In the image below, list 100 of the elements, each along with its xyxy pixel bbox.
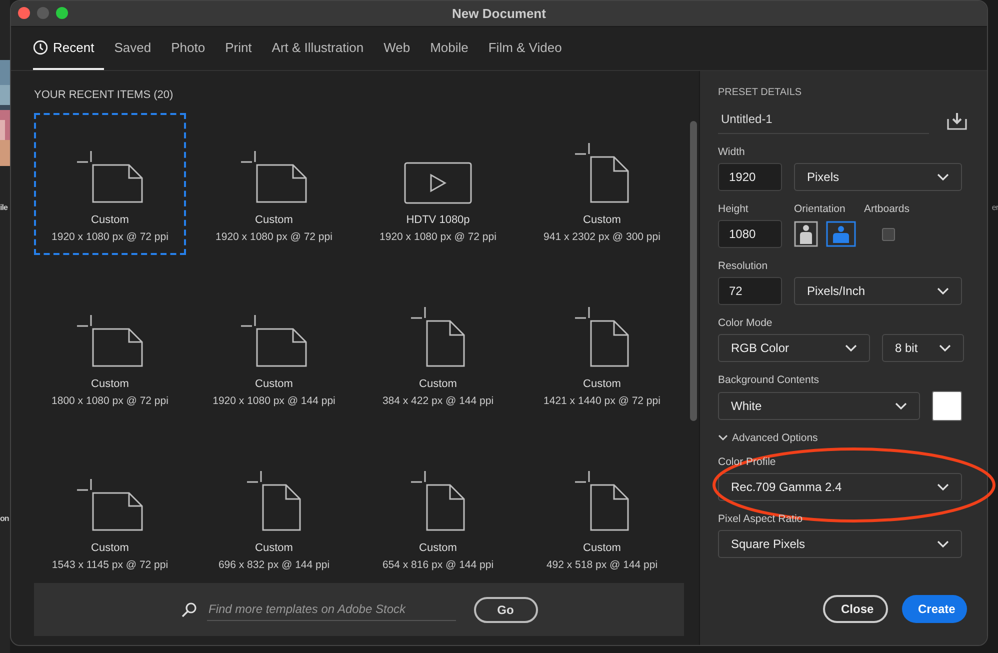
close-window-button[interactable]	[18, 7, 30, 19]
item-count: (20)	[154, 89, 174, 101]
color-mode-dropdown[interactable]: RGB Color	[718, 334, 870, 362]
field-label: Background Contents	[718, 374, 819, 386]
portrait-document-icon	[574, 306, 630, 368]
window-title: New Document	[452, 6, 546, 21]
color-profile-dropdown[interactable]: Rec.709 Gamma 2.4	[718, 473, 962, 501]
field-label: Height	[718, 203, 750, 215]
landscape-document-icon	[76, 478, 144, 532]
scrollbar[interactable]	[690, 121, 697, 421]
chevron-down-icon	[939, 344, 951, 352]
preset-name: Custom	[255, 542, 293, 554]
preset-tile[interactable]: Custom 1920 x 1080 px @ 72 ppi	[34, 113, 186, 255]
preset-size: 1421 x 1440 px @ 72 ppi	[544, 395, 660, 407]
field-label: Orientation	[794, 203, 846, 215]
advanced-options-toggle[interactable]: Advanced Options	[718, 432, 967, 444]
chevron-down-icon	[845, 344, 857, 352]
preset-name: Custom	[583, 542, 621, 554]
tab[interactable]: Web	[374, 27, 420, 70]
field-label: Color Mode	[718, 317, 772, 329]
landscape-orientation-icon[interactable]	[826, 221, 856, 247]
document-name-field[interactable]: Untitled-1	[718, 108, 929, 134]
search-field[interactable]: Find more templates on Adobe Stock	[206, 598, 456, 621]
unit-dropdown[interactable]: Pixels/Inch	[794, 277, 962, 305]
bit-depth-dropdown[interactable]: 8 bit	[882, 334, 964, 362]
height-field[interactable]: 1080	[718, 220, 782, 248]
preset-size: 1920 x 1080 px @ 72 ppi	[216, 231, 332, 243]
preset-name: Custom	[255, 214, 293, 226]
go-button[interactable]: Go	[474, 596, 538, 622]
landscape-document-icon	[240, 314, 308, 368]
preset-tile[interactable]: Custom 492 x 518 px @ 144 ppi	[526, 441, 678, 583]
preset-tile[interactable]: Custom 1920 x 1080 px @ 144 ppi	[198, 277, 350, 419]
tab[interactable]: Saved	[104, 27, 162, 70]
preset-name: Custom	[91, 378, 129, 390]
panel-heading: PRESET DETAILS	[718, 87, 803, 98]
chevron-down-icon	[937, 173, 949, 181]
background-dropdown[interactable]: White	[718, 392, 920, 420]
portrait-document-icon	[574, 142, 630, 204]
preset-name: Custom	[91, 214, 129, 226]
portrait-document-icon	[410, 470, 466, 532]
preset-tile[interactable]: Custom 1920 x 1080 px @ 72 ppi	[198, 113, 350, 255]
preset-tile[interactable]: Custom 696 x 832 px @ 144 ppi	[198, 441, 350, 583]
portrait-orientation-icon[interactable]	[794, 221, 818, 247]
preset-size: 941 x 2302 px @ 300 ppi	[544, 231, 660, 243]
close-button[interactable]: Close	[823, 595, 888, 623]
tab[interactable]: Art & Illustration	[262, 27, 374, 70]
tab[interactable]: Mobile	[420, 27, 478, 70]
artboards-checkbox[interactable]	[882, 228, 895, 240]
zoom-window-button[interactable]	[56, 7, 68, 19]
tab[interactable]: Recent	[33, 27, 104, 70]
preset-tile[interactable]: Custom 941 x 2302 px @ 300 ppi	[526, 113, 678, 255]
portrait-document-icon	[246, 470, 302, 532]
chevron-down-icon	[937, 483, 949, 491]
preset-size: 492 x 518 px @ 144 ppi	[546, 559, 658, 571]
unit-dropdown[interactable]: Pixels	[794, 163, 962, 191]
preset-tile[interactable]: Custom 1543 x 1145 px @ 72 ppi	[34, 441, 186, 583]
pixel-aspect-dropdown[interactable]: Square Pixels	[718, 530, 962, 558]
preset-size: 384 x 422 px @ 144 ppi	[382, 395, 494, 407]
preset-size: 696 x 832 px @ 144 ppi	[218, 559, 330, 571]
video-frame-icon	[404, 162, 472, 204]
background-text: on	[0, 514, 9, 523]
preset-name: Custom	[583, 378, 621, 390]
landscape-document-icon	[76, 314, 144, 368]
preset-name: Custom	[583, 214, 621, 226]
preset-name: Custom	[255, 378, 293, 390]
landscape-document-icon	[240, 150, 308, 204]
chevron-down-icon	[937, 287, 949, 295]
create-button[interactable]: Create	[902, 595, 967, 623]
preset-tile[interactable]: Custom 1421 x 1440 px @ 72 ppi	[526, 277, 678, 419]
tab[interactable]: Print	[215, 27, 262, 70]
field-label: Color Profile	[718, 456, 776, 468]
width-field[interactable]: 1920	[718, 163, 782, 191]
preset-size: 1800 x 1080 px @ 72 ppi	[52, 395, 168, 407]
save-preset-icon[interactable]	[947, 112, 967, 130]
field-label: Width	[718, 146, 745, 158]
field-label: Resolution	[718, 260, 768, 272]
preset-name: Custom	[419, 542, 457, 554]
field-label: Artboards	[864, 203, 910, 215]
tab[interactable]: Film & Video	[478, 27, 572, 70]
preset-name: Custom	[91, 542, 129, 554]
chevron-down-icon	[937, 540, 949, 548]
portrait-document-icon	[574, 470, 630, 532]
chevron-down-icon	[895, 402, 907, 410]
preset-tile[interactable]: Custom 654 x 816 px @ 144 ppi	[362, 441, 514, 583]
preset-name: Custom	[419, 378, 457, 390]
preset-tile[interactable]: Custom 1800 x 1080 px @ 72 ppi	[34, 277, 186, 419]
background-text: ile	[0, 203, 8, 212]
portrait-document-icon	[410, 306, 466, 368]
preset-size: 1543 x 1145 px @ 72 ppi	[52, 559, 168, 571]
color-swatch[interactable]	[932, 391, 962, 421]
clock-icon	[33, 40, 48, 55]
resolution-field[interactable]: 72	[718, 277, 782, 305]
preset-tile[interactable]: Custom 384 x 422 px @ 144 ppi	[362, 277, 514, 419]
chevron-down-icon	[718, 434, 728, 442]
tab[interactable]: Photo	[161, 27, 216, 70]
background-text: er	[992, 203, 998, 212]
preset-tile[interactable]: HDTV 1080p 1920 x 1080 px @ 72 ppi	[362, 113, 514, 255]
preset-size: 1920 x 1080 px @ 72 ppi	[52, 231, 168, 243]
search-icon	[180, 602, 196, 618]
preset-size: 1920 x 1080 px @ 72 ppi	[380, 231, 496, 243]
